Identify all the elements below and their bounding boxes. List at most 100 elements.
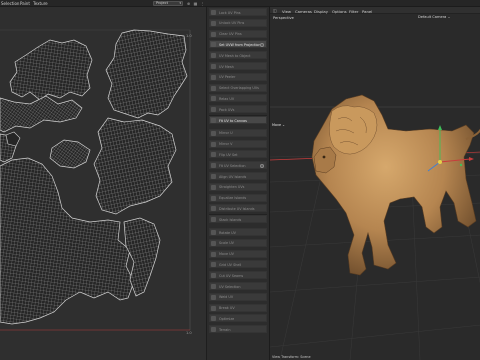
tool-icon [211, 184, 216, 190]
viewport-view-icon[interactable]: ◫ [273, 8, 277, 13]
tool-menu-item[interactable]: Scale UV [209, 238, 267, 247]
tool-menu-item[interactable]: Select Overlapping UVs [209, 83, 267, 92]
tool-menu-item[interactable]: Mirror U [209, 128, 267, 137]
tool-menu-item[interactable]: Clear UV Pins [209, 29, 267, 38]
tool-icon [211, 262, 216, 268]
tool-menu-item[interactable]: Straighten UVs [209, 182, 267, 191]
tool-icon [211, 152, 216, 158]
more-icon[interactable]: ⋮ [200, 1, 205, 6]
tool-menu-item[interactable]: Cut UV Seams [209, 271, 267, 280]
tool-menu-label: Flip UV Set [219, 152, 238, 157]
tool-icon [211, 206, 216, 212]
tool-menu-item[interactable]: Optimize [209, 314, 267, 323]
vp-menu-filter[interactable]: Filter [349, 9, 358, 14]
tool-icon [211, 284, 216, 289]
tool-menu-label: UV Mesh to Object [219, 53, 251, 58]
tool-icon [211, 240, 216, 246]
viewport-status: View Transform: Scene [272, 355, 311, 359]
tool-menu-item[interactable]: Fit UV Selection ⚙ [209, 161, 267, 170]
grid-icon[interactable]: ▦ [193, 1, 198, 6]
tool-menu-label: UV Peeler [219, 75, 236, 80]
menu-texture[interactable]: Texture [33, 1, 48, 6]
tool-icon [211, 31, 216, 37]
uv-canvas[interactable]: 1.0 1.0 [0, 7, 207, 360]
tool-menu-label: UV Selection [219, 284, 241, 289]
tool-icon [211, 251, 216, 257]
lion-model[interactable] [311, 94, 480, 276]
tool-icon [211, 327, 216, 333]
tool-menu-label: Unlock UV Pins [219, 21, 245, 26]
vp-menu-display[interactable]: Display [314, 9, 328, 14]
gear-icon[interactable]: ⚙ [260, 163, 264, 168]
tool-icon [211, 141, 216, 147]
tool-menu-label: Pack UVs [219, 107, 235, 112]
menu-paint[interactable]: Paint [20, 1, 30, 6]
tool-menu-item[interactable]: Grid UV Shell [209, 260, 267, 269]
project-dropdown[interactable]: Project ▾ [153, 1, 183, 6]
viewport-camera-label[interactable]: Default Camera ⌄ [418, 15, 451, 19]
chevron-down-icon: ▾ [179, 1, 181, 5]
vp-menu-options[interactable]: Options [332, 9, 347, 14]
tool-menu-label: Mirror U [219, 131, 233, 136]
tool-menu-item[interactable]: Relax UV [209, 94, 267, 103]
uv-island-body-top[interactable] [105, 29, 188, 119]
tool-icon [211, 273, 216, 279]
tool-menu-item[interactable]: Weld UV [209, 292, 267, 301]
tool-menu-item[interactable]: Lock UV Pins [209, 8, 267, 16]
tool-menu-label: Terrain [219, 327, 231, 332]
tool-menu-item[interactable]: Equalize Islands [209, 193, 267, 202]
uv-island-small-1[interactable] [5, 131, 21, 147]
tool-icon [211, 217, 216, 223]
tool-menu-item[interactable]: UV Selection [209, 282, 267, 290]
tool-menu-label: Set UVW from Projection [219, 42, 261, 47]
lock-icon[interactable]: ⊕ [186, 1, 191, 6]
uv-editor-panel[interactable]: 1.0 1.0 [0, 7, 207, 360]
tool-menu-label: Stack Islands [219, 217, 242, 222]
tool-menu-item[interactable]: Distribute UV Islands [209, 204, 267, 213]
tool-menu-item[interactable]: Flip UV Set [209, 150, 267, 159]
tool-menu-item[interactable]: Unlock UV Pins [209, 18, 267, 27]
viewport-canvas[interactable] [270, 7, 480, 360]
uv-island-leg-left[interactable] [0, 95, 83, 133]
tool-icon [211, 42, 216, 48]
tool-icon [211, 174, 216, 179]
menu-selection[interactable]: Selection [1, 1, 19, 6]
tool-menu-label: Cut UV Seams [219, 273, 244, 278]
tool-menu-label: Align UV Islands [219, 174, 247, 179]
tool-menu-item[interactable]: Set UVW from Projection ⚙ [209, 40, 267, 49]
tool-icon [211, 230, 216, 235]
tool-menu-divider [209, 114, 267, 116]
uv-island-torso[interactable] [93, 117, 177, 215]
vp-menu-panel[interactable]: Panel [362, 9, 372, 14]
tool-icon [211, 107, 216, 113]
uv-tool-menu: Lock UV Pins Unlock UV Pins Clear UV Pins S… [207, 7, 269, 360]
tool-menu-item[interactable]: Rotate UV [209, 228, 267, 236]
tool-menu-item[interactable]: Pack UVs [209, 105, 267, 114]
project-dropdown-value: Project [156, 1, 168, 5]
tool-menu-item[interactable]: Fit UV to Canvas [209, 116, 267, 124]
viewport-menubar: View Cameras Display Options Filter Pane… [270, 7, 480, 14]
tool-menu-label: Select Overlapping UVs [219, 86, 259, 91]
tool-menu-item[interactable]: Mirror V [209, 139, 267, 148]
tool-menu-item[interactable]: Align UV Islands [209, 172, 267, 180]
app-menubar: Selection Paint Texture Project ▾ ⊕ ▦ ⋮ [0, 0, 480, 7]
tool-menu-label: UV Mesh [219, 64, 234, 69]
tool-menu-item[interactable]: Stack Islands [209, 215, 267, 224]
tool-menu-item[interactable]: UV Peeler [209, 72, 267, 81]
tool-menu-item[interactable]: UV Mesh to Object [209, 51, 267, 60]
tool-icon [211, 163, 216, 169]
uv-island-mane[interactable] [9, 39, 93, 101]
gear-icon[interactable]: ⚙ [260, 42, 264, 47]
tool-icon [211, 53, 216, 59]
tool-menu-item[interactable]: Move UV [209, 249, 267, 258]
tool-menu-item[interactable]: UV Mesh [209, 62, 267, 70]
vp-menu-view[interactable]: View [282, 9, 291, 14]
tool-menu-item[interactable]: Break UV [209, 303, 267, 312]
viewport-view-label[interactable]: Perspective [273, 16, 294, 20]
3d-viewport[interactable]: View Cameras Display Options Filter Pane… [269, 7, 480, 360]
tool-menu-item[interactable]: Terrain [209, 325, 267, 334]
tool-menu-label: Equalize Islands [219, 196, 247, 201]
uv-island-ear[interactable] [49, 139, 91, 169]
vp-menu-cameras[interactable]: Cameras [295, 9, 312, 14]
tool-menu-label: Mirror V [219, 142, 233, 147]
